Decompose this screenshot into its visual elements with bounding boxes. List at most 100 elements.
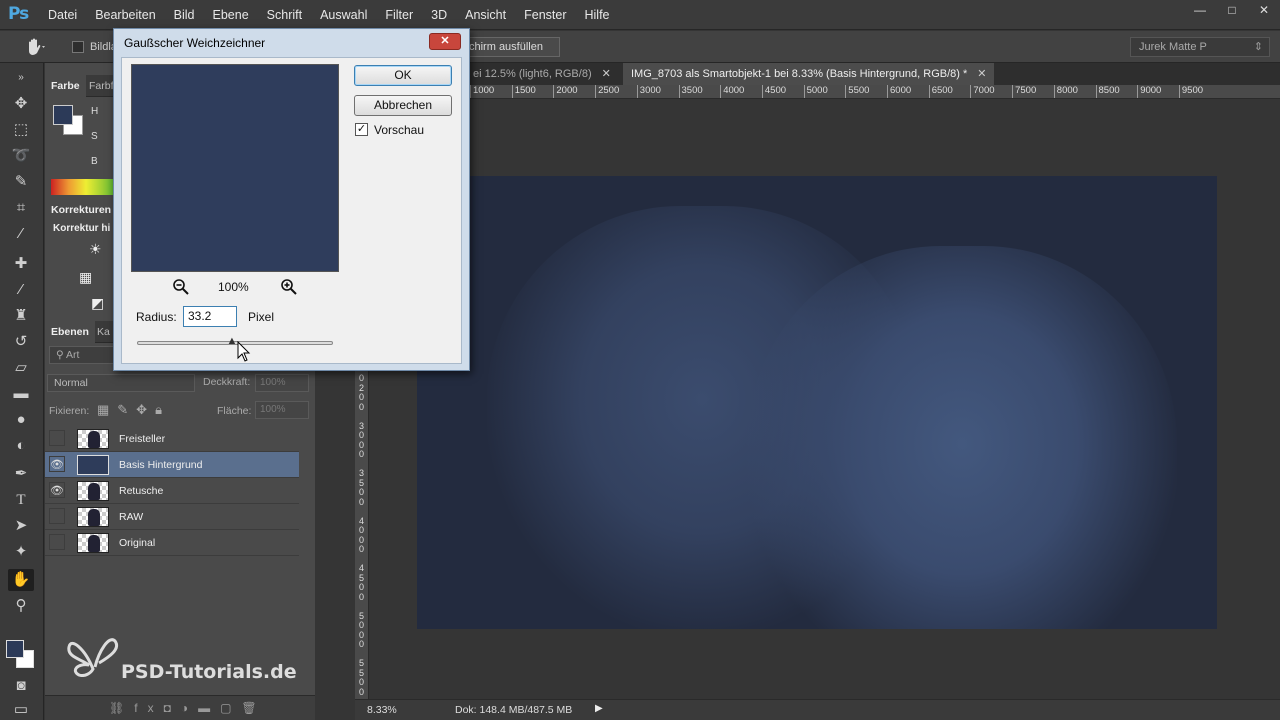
visibility-eye-icon[interactable]: 👁︎: [49, 456, 65, 472]
new-layer-icon[interactable]: ▢: [220, 701, 241, 715]
mask-icon[interactable]: ◘: [164, 701, 181, 715]
pen-tool-icon[interactable]: ✒: [8, 463, 34, 485]
photo-filter-icon[interactable]: ◩: [91, 295, 104, 312]
foreground-color-swatch[interactable]: [6, 640, 24, 658]
levels-icon[interactable]: ▦: [79, 269, 92, 286]
quick-mask-icon[interactable]: ◙: [8, 675, 34, 697]
move-tool-icon[interactable]: ✥: [8, 93, 34, 115]
layer-row-freisteller[interactable]: ● Freisteller: [45, 426, 299, 452]
blend-mode-select[interactable]: Normal: [47, 374, 195, 392]
link-icon[interactable]: ⛓: [109, 701, 134, 715]
eyedropper-tool-icon[interactable]: ⁄: [8, 223, 34, 245]
close-window-button[interactable]: ✕: [1248, 0, 1280, 20]
trash-icon[interactable]: 🗑︎: [241, 701, 266, 715]
ruler-tick: 5000: [803, 85, 828, 98]
zoom-in-icon[interactable]: [280, 278, 298, 296]
maximize-button[interactable]: □: [1216, 0, 1248, 20]
lasso-tool-icon[interactable]: ➰: [8, 145, 34, 167]
menu-bearbeiten[interactable]: Bearbeiten: [95, 8, 155, 22]
document-canvas[interactable]: [417, 176, 1217, 629]
zoom-tool-icon[interactable]: ⚲: [8, 595, 34, 617]
tab-farbe[interactable]: Farbe: [45, 75, 86, 97]
menu-ebene[interactable]: Ebene: [213, 8, 249, 22]
layer-row-raw[interactable]: ● RAW: [45, 504, 299, 530]
path-selection-tool-icon[interactable]: ➤: [8, 515, 34, 537]
workspace-select[interactable]: Jurek Matte P: [1130, 37, 1270, 57]
blur-preview[interactable]: [131, 64, 339, 272]
ok-button[interactable]: OK: [354, 65, 452, 86]
tab-ebenen[interactable]: Ebenen: [45, 321, 95, 343]
type-tool-icon[interactable]: T: [8, 489, 34, 511]
brightness-icon[interactable]: ☀: [89, 241, 102, 258]
dialog-close-button[interactable]: ✕: [429, 33, 461, 50]
layer-row-basis-hintergrund[interactable]: 👁︎ Basis Hintergrund: [45, 452, 299, 478]
preview-checkbox[interactable]: ✓: [355, 123, 368, 136]
status-menu-arrow-icon[interactable]: ▶: [595, 703, 603, 714]
screen-mode-icon[interactable]: ▭: [8, 699, 34, 720]
zoom-level[interactable]: 8.33%: [367, 704, 397, 716]
ruler-tick: 5500: [845, 85, 869, 98]
collapse-icon[interactable]: »: [8, 67, 34, 89]
ruler-tick: 4500: [761, 85, 786, 98]
dodge-tool-icon[interactable]: ◐: [8, 435, 34, 457]
visibility-eye-icon[interactable]: ●: [49, 430, 65, 446]
opacity-field[interactable]: 100%: [255, 374, 309, 392]
menu-datei[interactable]: Datei: [48, 8, 77, 22]
close-icon[interactable]: ✕: [977, 68, 986, 80]
tab-document-img8703[interactable]: IMG_8703 als Smartobjekt-1 bei 8.33% (Ba…: [623, 63, 995, 85]
document-size: Dok: 148.4 MB/487.5 MB: [455, 704, 573, 716]
menu-fenster[interactable]: Fenster: [524, 8, 566, 22]
menu-ansicht[interactable]: Ansicht: [465, 8, 506, 22]
menu-bild[interactable]: Bild: [174, 8, 195, 22]
tab-document-light6[interactable]: ei 12.5% (light6, RGB/8) ✕: [465, 63, 619, 85]
brush-tool-icon[interactable]: ⁄: [8, 279, 34, 301]
healing-brush-tool-icon[interactable]: ✚: [8, 253, 34, 275]
ruler-digits: 02003000350040004500500055006000: [359, 373, 365, 697]
menu-schrift[interactable]: Schrift: [267, 8, 302, 22]
shape-tool-icon[interactable]: ✦: [8, 541, 34, 563]
zoom-out-icon[interactable]: [172, 278, 190, 296]
crop-tool-icon[interactable]: ⌗: [8, 197, 34, 219]
layer-panel-footer: ⛓fx◘◑▬▢🗑︎: [45, 695, 315, 720]
visibility-eye-icon[interactable]: ●: [49, 534, 65, 550]
hand-tool-icon[interactable]: [24, 37, 46, 57]
fx-icon[interactable]: fx: [134, 701, 163, 715]
ruler-tick: 3000: [636, 85, 661, 98]
history-brush-tool-icon[interactable]: ↺: [8, 331, 34, 353]
quick-selection-tool-icon[interactable]: ✎: [8, 171, 34, 193]
marquee-tool-icon[interactable]: ⬚: [8, 119, 34, 141]
ruler-tick: 8000: [1053, 85, 1078, 98]
layer-thumbnail: [77, 429, 109, 449]
layer-row-retusche[interactable]: 👁︎ Retusche: [45, 478, 299, 504]
ruler-tick: 2500: [595, 85, 619, 98]
visibility-eye-icon[interactable]: 👁︎: [49, 482, 65, 498]
gradient-tool-icon[interactable]: ▬: [8, 383, 34, 405]
clone-stamp-tool-icon[interactable]: ♜: [8, 305, 34, 327]
blur-tool-icon[interactable]: ●: [8, 409, 34, 431]
fill-screen-button[interactable]: chirm ausfüllen: [462, 37, 560, 57]
menu-3d[interactable]: 3D: [431, 8, 447, 22]
close-icon[interactable]: ✕: [602, 68, 611, 80]
menu-hilfe[interactable]: Hilfe: [585, 8, 610, 22]
menu-auswahl[interactable]: Auswahl: [320, 8, 367, 22]
color-panel-foreground[interactable]: [53, 105, 73, 125]
minimize-button[interactable]: —: [1184, 0, 1216, 20]
folder-icon[interactable]: ▬: [198, 701, 220, 715]
layer-filter-placeholder: Art: [66, 349, 80, 361]
layer-row-original[interactable]: ● Original: [45, 530, 299, 556]
radius-input[interactable]: 33.2: [183, 306, 237, 327]
adjustment-icon[interactable]: ◑: [181, 701, 198, 715]
tab-korrekturen[interactable]: Korrekturen: [45, 199, 118, 221]
menu-filter[interactable]: Filter: [385, 8, 413, 22]
color-spectrum[interactable]: [51, 179, 121, 195]
hand-tool-icon[interactable]: ✋: [8, 569, 34, 591]
visibility-eye-icon[interactable]: ●: [49, 508, 65, 524]
lock-icons[interactable]: ▦✎✥🔒︎: [97, 402, 170, 418]
ruler-tick: 2000: [553, 85, 578, 98]
eraser-tool-icon[interactable]: ▱: [8, 357, 34, 379]
hsb-s-label: S: [91, 131, 98, 142]
layer-list: ● Freisteller 👁︎ Basis Hintergrund 👁︎ Re…: [45, 426, 299, 556]
scroll-all-windows-checkbox[interactable]: [72, 41, 84, 53]
fill-field[interactable]: 100%: [255, 401, 309, 419]
cancel-button[interactable]: Abbrechen: [354, 95, 452, 116]
